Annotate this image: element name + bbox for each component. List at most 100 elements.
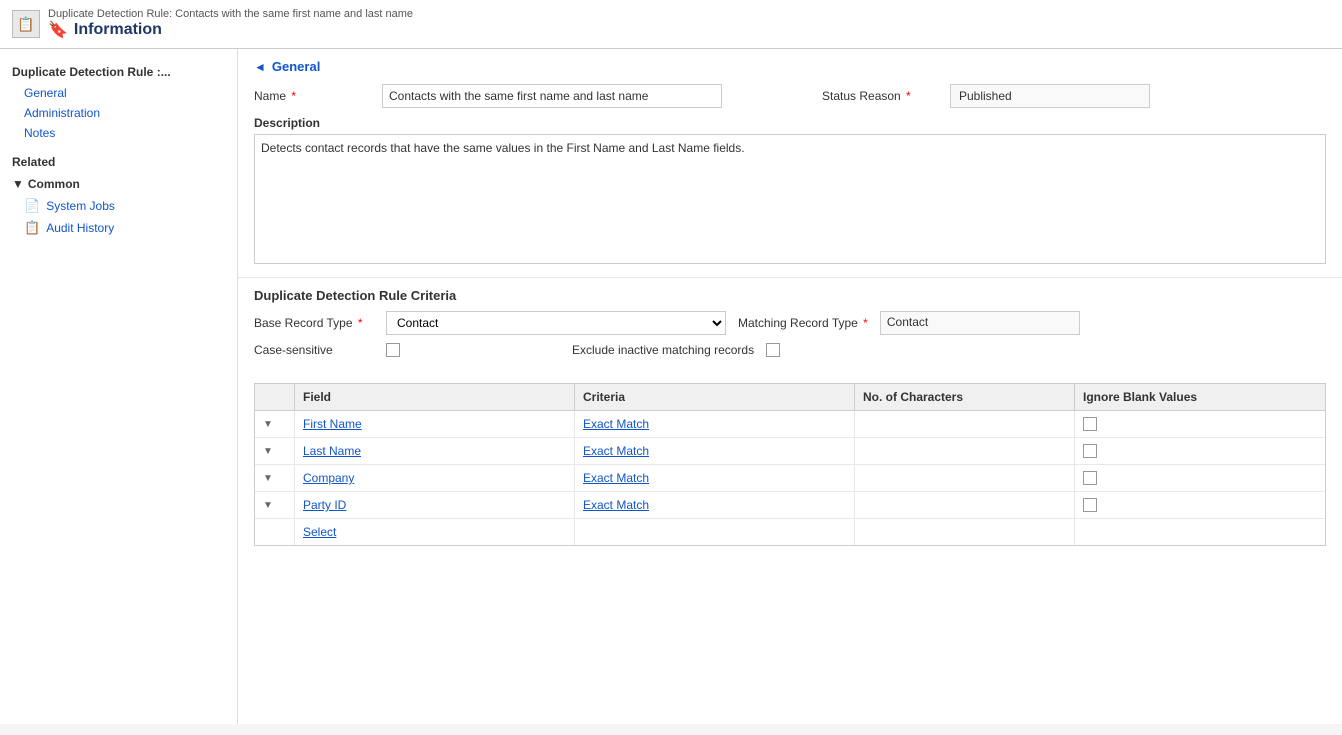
general-triangle-icon: ◄: [254, 60, 266, 74]
row3-expand[interactable]: ▼: [255, 465, 295, 491]
header-bar: 📋 Duplicate Detection Rule: Contacts wit…: [0, 0, 1342, 49]
sidebar-main-section: Duplicate Detection Rule :...: [0, 59, 237, 83]
sidebar-link-notes[interactable]: Notes: [0, 123, 237, 143]
matching-record-label: Matching Record Type *: [738, 316, 868, 330]
status-group: Status Reason * Published: [822, 84, 1150, 108]
row3-ignore-checkbox[interactable]: [1083, 471, 1097, 485]
general-section-title: General: [272, 59, 320, 74]
description-textarea[interactable]: [254, 134, 1326, 264]
row2-field-link[interactable]: Last Name: [303, 444, 361, 458]
grid-col-field: Field: [295, 384, 575, 410]
row3-criteria: Exact Match: [575, 465, 855, 491]
header-title: 🔖 Information: [48, 20, 413, 40]
criteria-form: Base Record Type * Contact Matching Reco…: [238, 311, 1342, 375]
exclude-inactive-checkbox[interactable]: [766, 343, 780, 357]
row2-ignore-checkbox[interactable]: [1083, 444, 1097, 458]
name-input[interactable]: [382, 84, 722, 108]
sidebar-common-title: ▼ Common: [0, 173, 237, 195]
select-expand-cell: [255, 519, 295, 545]
row4-expand[interactable]: ▼: [255, 492, 295, 518]
sidebar: Duplicate Detection Rule :... General Ad…: [0, 49, 238, 724]
expand-icon-1: ▼: [263, 419, 273, 430]
select-cell: Select: [295, 519, 575, 545]
system-jobs-icon: 📄: [24, 198, 40, 214]
row1-ignore-checkbox[interactable]: [1083, 417, 1097, 431]
select-row: Select: [255, 519, 1325, 545]
grid-col-chars: No. of Characters: [855, 384, 1075, 410]
criteria-section-title: Duplicate Detection Rule Criteria: [238, 277, 1342, 311]
general-section-header: ◄ General: [238, 49, 1342, 80]
row1-field: First Name: [295, 411, 575, 437]
row3-criteria-link[interactable]: Exact Match: [583, 471, 649, 485]
select-criteria-cell: [575, 519, 855, 545]
grid-header: Field Criteria No. of Characters Ignore …: [255, 384, 1325, 411]
header-subtitle: Duplicate Detection Rule: Contacts with …: [48, 8, 413, 20]
grid-col-expand: [255, 384, 295, 410]
table-row: ▼ Company Exact Match: [255, 465, 1325, 492]
row4-ignore-checkbox[interactable]: [1083, 498, 1097, 512]
expand-icon-3: ▼: [263, 473, 273, 484]
row2-expand[interactable]: ▼: [255, 438, 295, 464]
name-group: Name *: [254, 84, 722, 108]
sidebar-link-general[interactable]: General: [0, 83, 237, 103]
name-status-row: Name * Status Reason * Published: [254, 84, 1326, 108]
base-record-row: Base Record Type * Contact Matching Reco…: [254, 311, 1326, 335]
row1-expand[interactable]: ▼: [255, 411, 295, 437]
exclude-inactive-label: Exclude inactive matching records: [572, 343, 754, 357]
sidebar-item-audit-history[interactable]: 📋 Audit History: [0, 217, 237, 239]
header-icon: 📋: [12, 10, 40, 38]
general-form-section: Name * Status Reason * Published Descrip…: [238, 80, 1342, 277]
sidebar-item-system-jobs[interactable]: 📄 System Jobs: [0, 195, 237, 217]
matching-record-value: Contact: [880, 311, 1080, 335]
description-label: Description: [254, 116, 1326, 130]
expand-icon-2: ▼: [263, 446, 273, 457]
select-ignore-cell: [1075, 519, 1275, 545]
row1-ignore: [1075, 411, 1275, 437]
row2-criteria-link[interactable]: Exact Match: [583, 444, 649, 458]
status-reason-value: Published: [950, 84, 1150, 108]
header-icon-symbol: 📋: [17, 16, 34, 33]
row3-field-link[interactable]: Company: [303, 471, 354, 485]
case-sensitive-checkbox[interactable]: [386, 343, 400, 357]
row4-criteria: Exact Match: [575, 492, 855, 518]
row3-ignore: [1075, 465, 1275, 491]
table-row: ▼ Party ID Exact Match: [255, 492, 1325, 519]
row4-field-link[interactable]: Party ID: [303, 498, 346, 512]
expand-icon-4: ▼: [263, 500, 273, 511]
row3-field: Company: [295, 465, 575, 491]
base-record-select[interactable]: Contact: [386, 311, 726, 335]
header-title-block: Duplicate Detection Rule: Contacts with …: [48, 8, 413, 40]
row4-field: Party ID: [295, 492, 575, 518]
row4-criteria-link[interactable]: Exact Match: [583, 498, 649, 512]
criteria-grid: Field Criteria No. of Characters Ignore …: [254, 383, 1326, 546]
row3-chars: [855, 465, 1075, 491]
status-required: *: [903, 89, 911, 103]
description-group: Description: [254, 116, 1326, 267]
content-area: ◄ General Name * Status Reason * Publish…: [238, 49, 1342, 724]
row2-ignore: [1075, 438, 1275, 464]
sidebar-link-administration[interactable]: Administration: [0, 103, 237, 123]
audit-history-icon: 📋: [24, 220, 40, 236]
row4-ignore: [1075, 492, 1275, 518]
sidebar-related-title: Related: [0, 143, 237, 173]
name-label: Name *: [254, 89, 374, 103]
status-reason-label: Status Reason *: [822, 89, 942, 103]
row2-chars: [855, 438, 1075, 464]
case-sensitive-label: Case-sensitive: [254, 343, 374, 357]
base-record-label: Base Record Type *: [254, 316, 374, 330]
grid-col-criteria: Criteria: [575, 384, 855, 410]
table-row: ▼ First Name Exact Match: [255, 411, 1325, 438]
base-record-required: *: [355, 316, 363, 330]
row1-criteria: Exact Match: [575, 411, 855, 437]
case-sensitive-row: Case-sensitive Exclude inactive matching…: [254, 343, 1326, 357]
row2-criteria: Exact Match: [575, 438, 855, 464]
row2-field: Last Name: [295, 438, 575, 464]
grid-col-ignore: Ignore Blank Values: [1075, 384, 1275, 410]
info-icon: 🔖: [48, 20, 68, 40]
select-link[interactable]: Select: [303, 525, 336, 539]
row1-field-link[interactable]: First Name: [303, 417, 362, 431]
name-required: *: [288, 89, 296, 103]
row1-criteria-link[interactable]: Exact Match: [583, 417, 649, 431]
row1-chars: [855, 411, 1075, 437]
common-triangle-icon: ▼: [12, 177, 24, 191]
